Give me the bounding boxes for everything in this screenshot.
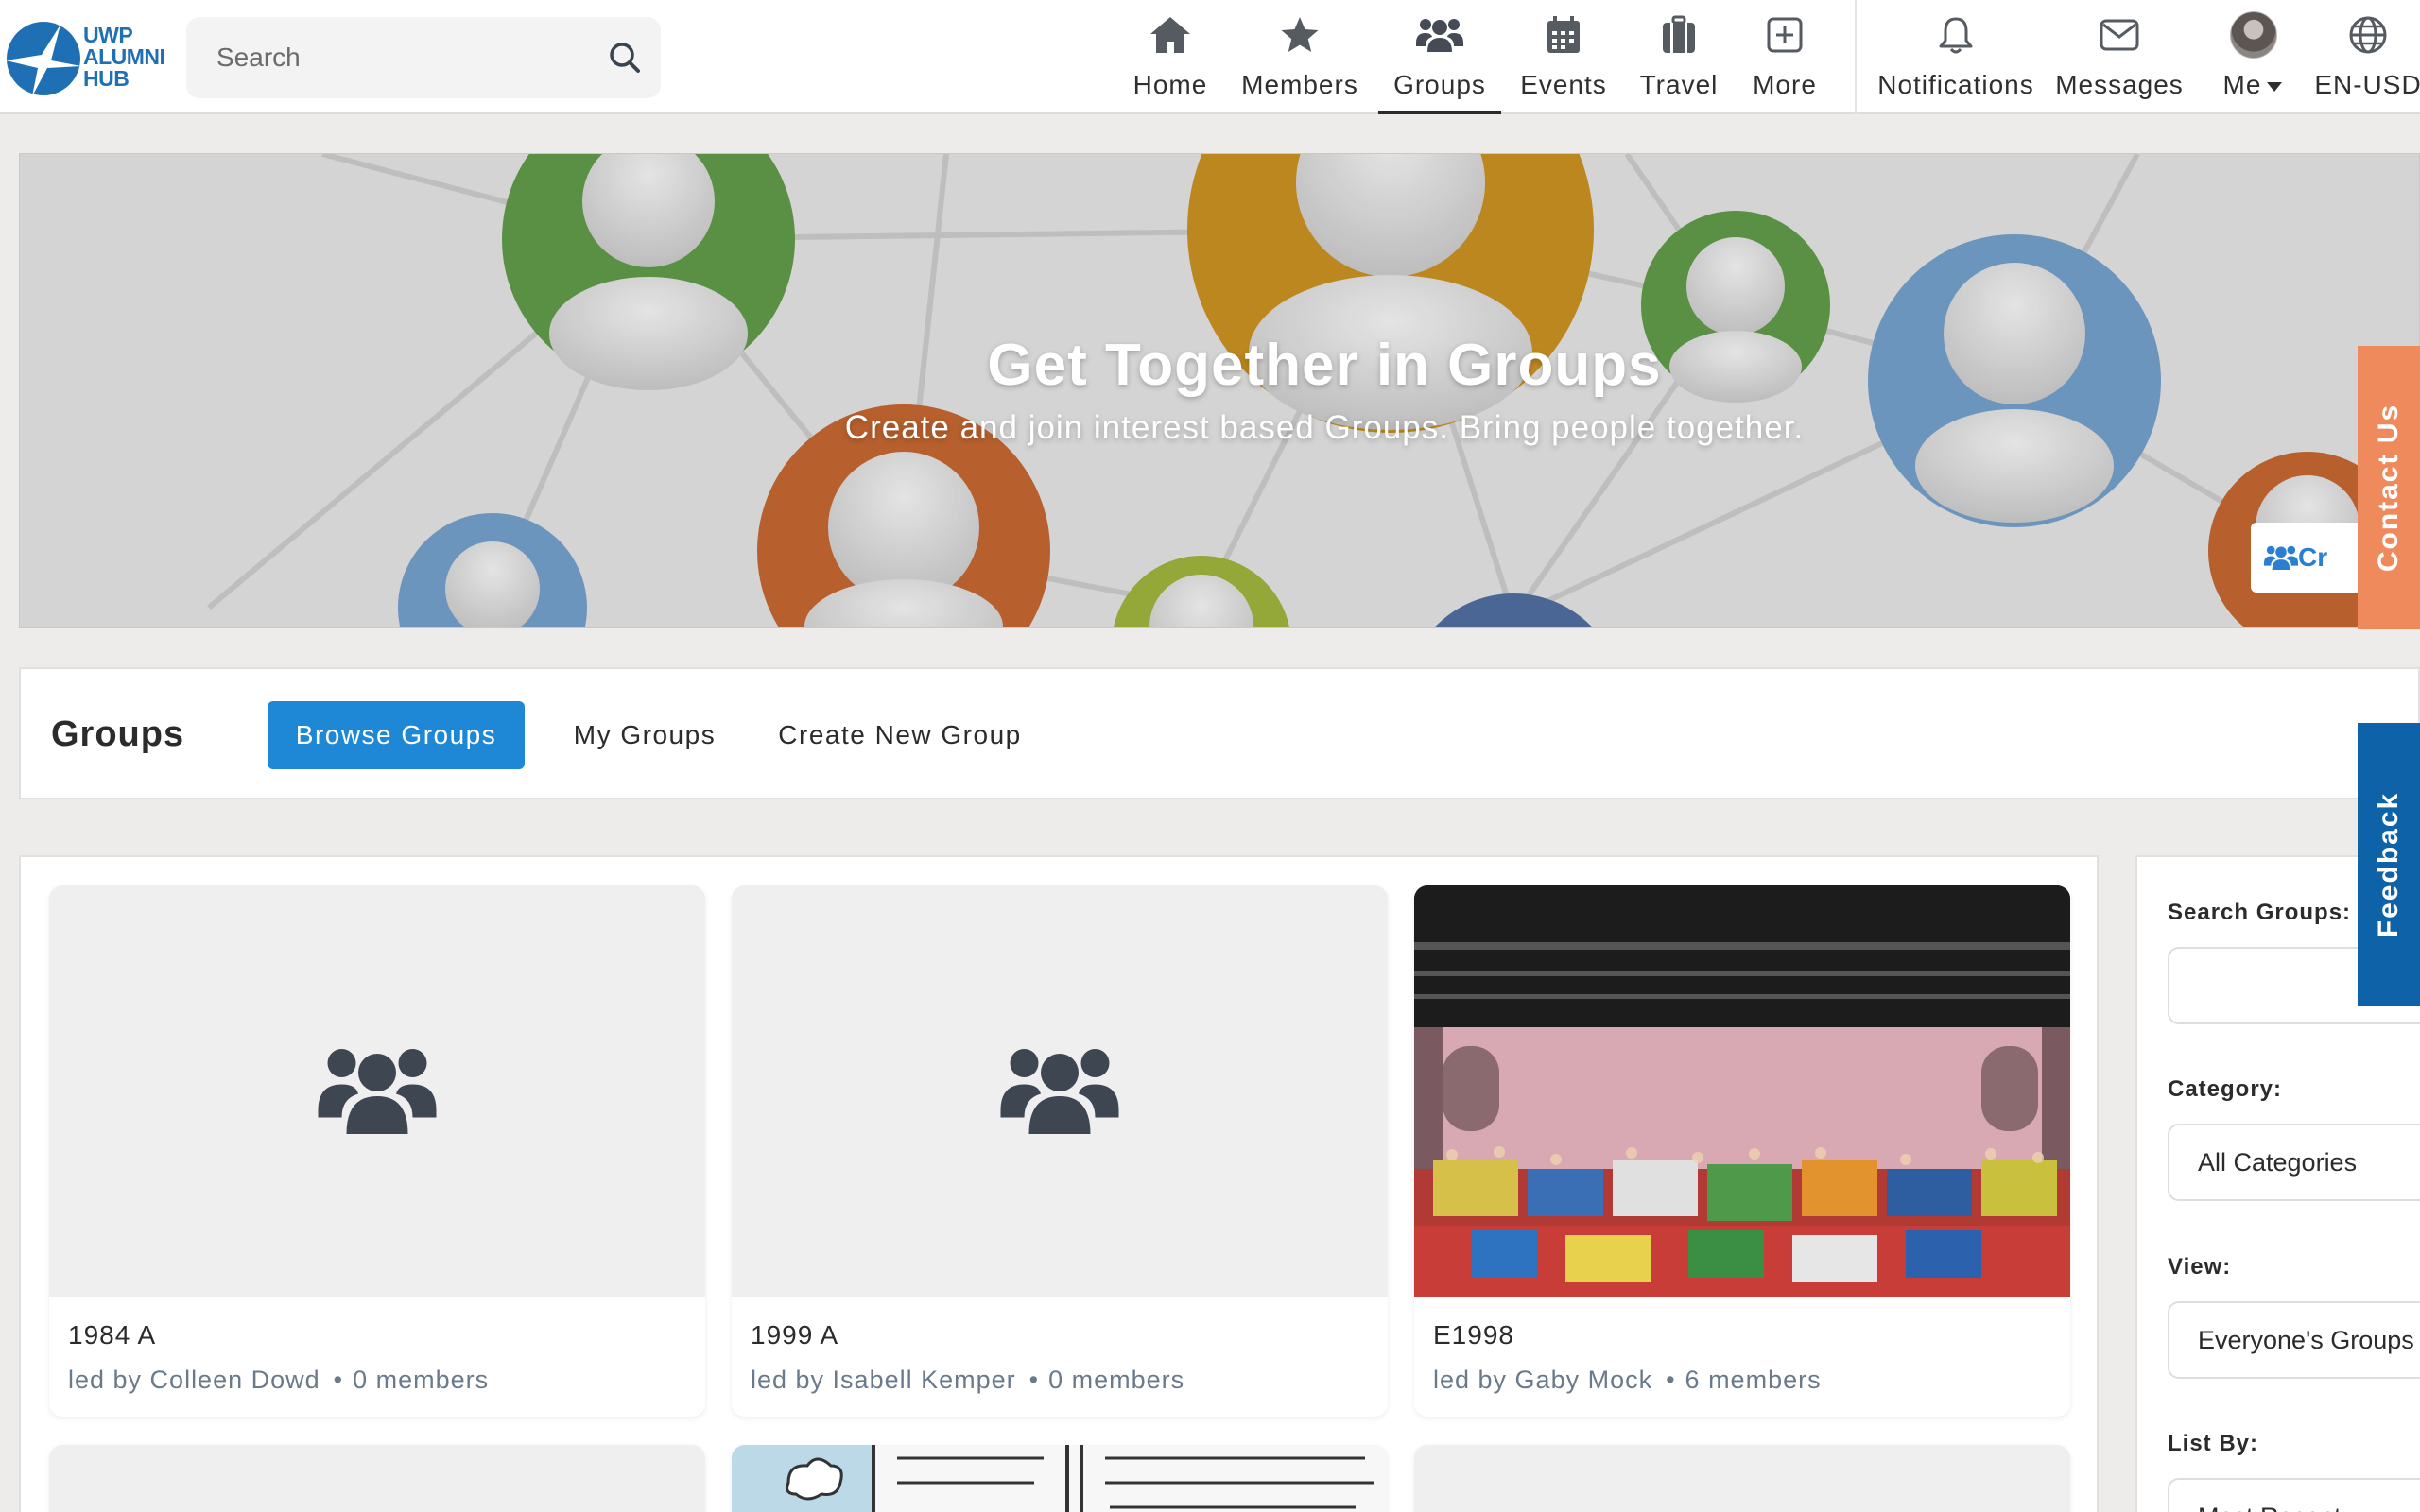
nav-messages[interactable]: Messages: [2053, 0, 2186, 114]
bell-icon: [1939, 17, 1973, 54]
logo-text: UWP ALUMNI HUB: [83, 23, 165, 91]
feedback-tab[interactable]: Feedback: [2358, 723, 2420, 1006]
group-member-count: 0 members: [353, 1366, 490, 1394]
group-photo-stage: [1414, 885, 2070, 1297]
nav-home[interactable]: Home: [1125, 0, 1216, 114]
nav-language-currency[interactable]: EN-USD: [2312, 0, 2420, 114]
group-card[interactable]: [49, 1445, 705, 1512]
separator-dot: •: [1666, 1366, 1676, 1394]
caret-down-icon: [2267, 82, 2283, 92]
separator-dot: •: [333, 1366, 344, 1394]
nav-travel-label: Travel: [1639, 70, 1719, 99]
nav-events-label: Events: [1520, 70, 1607, 99]
home-icon: [1150, 17, 1190, 53]
calendar-icon: [1547, 16, 1580, 53]
group-placeholder-image: [732, 885, 1388, 1297]
nav-members[interactable]: Members: [1235, 0, 1365, 114]
search-input[interactable]: [186, 17, 583, 98]
group-member-count: 0 members: [1048, 1366, 1185, 1394]
tab-my-groups[interactable]: My Groups: [556, 701, 734, 769]
category-label: Category:: [2168, 1076, 2283, 1102]
group-card[interactable]: 1984 A led by Colleen Dowd • 0 members: [49, 885, 705, 1417]
nav-travel[interactable]: Travel: [1632, 0, 1726, 114]
group-name[interactable]: 1999 A: [751, 1320, 838, 1350]
groups-grid: 1984 A led by Colleen Dowd • 0 members 199…: [19, 855, 2099, 1512]
nav-more[interactable]: More: [1739, 0, 1830, 114]
hero-subtitle: Create and join interest based Groups. B…: [844, 409, 1805, 446]
group-card[interactable]: E1998 led by Gaby Mock • 6 members: [1414, 885, 2070, 1417]
logo-mark: [6, 22, 81, 96]
groups-toolbar: Groups Browse Groups My Groups Create Ne…: [19, 667, 2420, 799]
people-icon: [2264, 545, 2298, 570]
list-by-select[interactable]: Most Recent: [2168, 1478, 2420, 1512]
group-name[interactable]: 1984 A: [68, 1320, 156, 1350]
avatar: [2230, 11, 2277, 59]
nav-notifications[interactable]: Notifications: [1872, 0, 2040, 114]
nav-notifications-label: Notifications: [1877, 70, 2034, 99]
nav-events[interactable]: Events: [1511, 0, 1616, 114]
group-name[interactable]: E1998: [1433, 1320, 1514, 1350]
group-placeholder-image: [49, 885, 705, 1297]
logo[interactable]: UWP ALUMNI HUB: [4, 19, 165, 100]
hero-title: Get Together in Groups: [987, 333, 1662, 398]
nav-divider: [1855, 0, 1857, 114]
group-comic-image: [732, 1445, 1388, 1512]
group-card[interactable]: [1414, 1445, 2070, 1512]
create-group-label: Cr: [2298, 542, 2328, 572]
nav-more-label: More: [1753, 70, 1817, 99]
group-leader: led by Isabell Kemper: [751, 1366, 1016, 1394]
nav-me[interactable]: Me: [2208, 0, 2299, 114]
hero-banner: Get Together in Groups Create and join i…: [19, 153, 2420, 628]
search-box: [186, 17, 661, 98]
nav-home-label: Home: [1132, 70, 1208, 99]
nav-groups[interactable]: Groups: [1378, 0, 1501, 114]
tab-browse-groups[interactable]: Browse Groups: [268, 701, 525, 769]
group-card[interactable]: [732, 1445, 1388, 1512]
search-groups-label: Search Groups:: [2168, 900, 2352, 925]
plus-square-icon: [1767, 17, 1803, 53]
group-card[interactable]: 1999 A led by Isabell Kemper • 0 members: [732, 885, 1388, 1417]
group-leader: led by Gaby Mock: [1433, 1366, 1653, 1394]
nav-members-label: Members: [1241, 70, 1358, 99]
contact-us-tab[interactable]: Contact Us: [2358, 346, 2420, 629]
star-icon: [1281, 17, 1319, 52]
group-leader: led by Colleen Dowd: [68, 1366, 320, 1394]
nav-language-label: EN-USD: [2314, 70, 2420, 99]
view-label: View:: [2168, 1254, 2232, 1280]
contact-us-label: Contact Us: [2373, 403, 2405, 573]
list-by-label: List By:: [2168, 1431, 2259, 1456]
view-select[interactable]: Everyone's Groups: [2168, 1301, 2420, 1379]
suitcase-icon: [1663, 15, 1695, 53]
top-navigation: UWP ALUMNI HUB Home Members Groups Event…: [0, 0, 2420, 114]
envelope-icon: [2100, 19, 2139, 51]
category-select[interactable]: All Categories: [2168, 1124, 2420, 1201]
separator-dot: •: [1028, 1366, 1040, 1394]
people-icon: [318, 1048, 437, 1134]
group-member-count: 6 members: [1685, 1366, 1822, 1394]
globe-icon: [2349, 16, 2387, 54]
search-icon[interactable]: [608, 41, 642, 75]
nav-me-label: Me: [2222, 70, 2262, 99]
feedback-label: Feedback: [2373, 791, 2404, 938]
people-icon: [1416, 19, 1463, 52]
nav-messages-label: Messages: [2055, 70, 2184, 99]
page-title: Groups: [51, 714, 185, 754]
people-icon: [1000, 1048, 1119, 1134]
nav-groups-label: Groups: [1393, 70, 1486, 99]
tab-create-new-group[interactable]: Create New Group: [768, 701, 1032, 769]
group-photo: [1414, 885, 2070, 1297]
